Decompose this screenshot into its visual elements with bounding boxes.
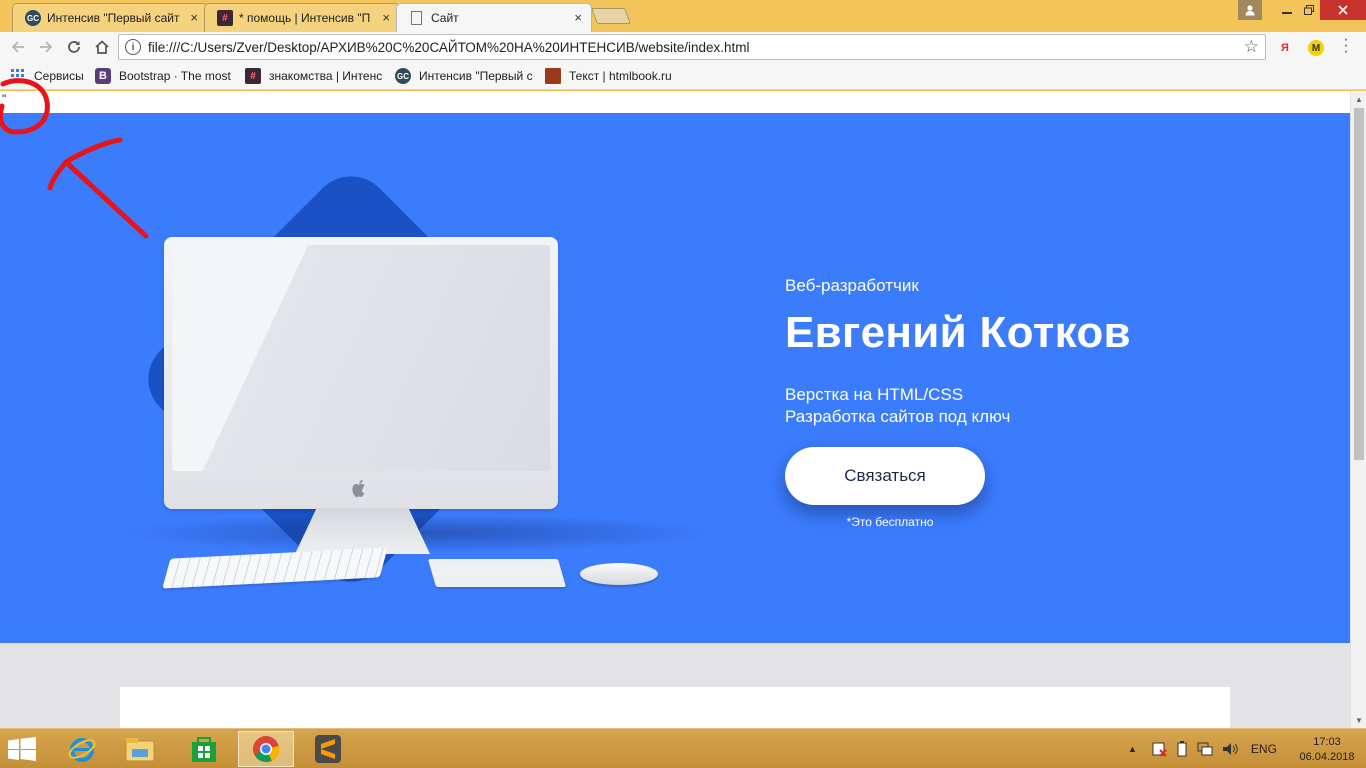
chrome-icon[interactable] [238,731,294,767]
page-viewport: " Веб-разработчик Евгений Котков Верстка… [0,91,1350,728]
hero-subtitle: Веб-разработчик [785,276,919,295]
stray-character: " [2,92,7,106]
tray-expand-icon[interactable]: ▲ [1128,744,1137,754]
hashtag-favicon: # [217,10,233,26]
action-center-icon[interactable] [1151,741,1167,757]
monitor-screen [172,245,550,471]
bookmark-label: Сервисы [34,69,84,83]
tab-help[interactable]: # * помощь | Интенсив "П × [204,3,400,32]
scroll-down-icon[interactable]: ▼ [1351,712,1366,728]
gc-icon: GC [395,68,411,84]
minimize-icon[interactable] [1276,0,1298,20]
url-text[interactable]: file:///C:/Users/Zver/Desktop/АРХИВ%20С%… [148,40,750,55]
tab-title: * помощь | Интенсив "П [239,11,371,25]
free-note: *Это бесплатно [846,515,934,529]
metro-icon[interactable]: M [1308,40,1324,56]
clock-date: 06.04.2018 [1299,751,1355,763]
network-icon[interactable] [1197,741,1213,757]
hashtag-icon: # [245,68,261,84]
language-indicator[interactable]: ENG [1251,742,1277,756]
mouse-illustration [580,563,658,585]
browser-toolbar: i file:///C:/Users/Zver/Desktop/АРХИВ%20… [0,32,1366,62]
new-tab-button[interactable] [591,8,631,24]
bookmark-dating[interactable]: # знакомства | Интенс [245,67,383,85]
close-window-icon[interactable] [1320,0,1366,20]
keyboard-illustration [162,547,388,589]
bookmark-intensive[interactable]: GC Интенсив "Первый с [395,67,533,85]
hero-section: Веб-разработчик Евгений Котков Верстка н… [0,113,1350,643]
system-tray: ▲ ENG [1128,729,1277,768]
bookmark-star-icon[interactable]: ☆ [1244,37,1259,57]
scroll-up-icon[interactable]: ▲ [1351,91,1366,107]
monitor-stand [295,508,430,554]
hero-desc-line: Верстка на HTML/CSS [785,385,964,404]
forward-icon[interactable] [34,35,58,59]
document-favicon [411,11,422,25]
imac-monitor-illustration [164,237,558,509]
apps-icon [10,68,26,84]
hero-desc-line: Разработка сайтов под ключ [785,407,1011,426]
trackpad-illustration [427,559,567,587]
tab-close-icon[interactable]: × [382,10,390,25]
bookmark-label: знакомства | Интенс [269,69,383,83]
hero-description: Верстка на HTML/CSS Разработка сайтов по… [785,384,1010,428]
volume-icon[interactable] [1221,741,1239,757]
user-profile-icon[interactable] [1238,0,1262,20]
page-scrollbar[interactable]: ▲ ▼ [1350,91,1366,728]
back-icon[interactable] [6,35,30,59]
info-icon[interactable]: i [125,39,141,55]
yandex-icon[interactable]: Я [1277,40,1293,56]
tab-strip: GC Интенсив "Первый сайт × # * помощь | … [0,0,1366,32]
bookmark-htmlbook[interactable]: Текст | htmlbook.ru [545,67,685,85]
bookmark-bootstrap[interactable]: B Bootstrap · The most [95,67,233,85]
gc-favicon: GC [25,10,41,26]
tab-intensive[interactable]: GC Интенсив "Первый сайт × [12,3,208,32]
bookmark-label: Bootstrap · The most [119,69,231,83]
file-explorer-icon[interactable] [112,731,168,767]
content-card [120,687,1230,728]
content-section [0,643,1350,728]
bookmark-label: Интенсив "Первый с [419,69,533,83]
ie-icon[interactable] [54,731,110,767]
reload-icon[interactable] [62,35,86,59]
clock-time: 17:03 [1313,736,1341,748]
sublime-icon[interactable] [300,731,356,767]
bootstrap-icon: B [95,68,111,84]
tab-site[interactable]: Сайт × [396,3,592,32]
clock[interactable]: 17:03 06.04.2018 [1296,735,1358,765]
windows-taskbar: ▲ ENG 17:03 06.04.2018 [0,728,1366,768]
home-icon[interactable] [90,35,114,59]
bookmark-services[interactable]: Сервисы [10,67,92,85]
menu-icon[interactable]: · · · [1340,32,1352,60]
bookmarks-bar: Сервисы B Bootstrap · The most # знакомс… [0,62,1366,90]
start-button-icon[interactable] [8,737,38,763]
power-icon[interactable] [1175,741,1189,757]
hero-name: Евгений Котков [785,308,1131,357]
tab-title: Сайт [431,11,459,25]
apple-logo-icon [351,479,369,499]
scrollbar-thumb[interactable] [1354,108,1364,460]
store-icon[interactable] [176,731,232,767]
tab-close-icon[interactable]: × [574,10,582,25]
address-bar[interactable]: i file:///C:/Users/Zver/Desktop/АРХИВ%20… [118,34,1266,60]
tab-title: Интенсив "Первый сайт [47,11,180,25]
tab-close-icon[interactable]: × [190,10,198,25]
bookmark-label: Текст | htmlbook.ru [569,69,672,83]
contact-button[interactable]: Связаться [785,447,985,505]
htmlbook-icon [545,68,561,84]
restore-icon[interactable] [1298,0,1320,20]
